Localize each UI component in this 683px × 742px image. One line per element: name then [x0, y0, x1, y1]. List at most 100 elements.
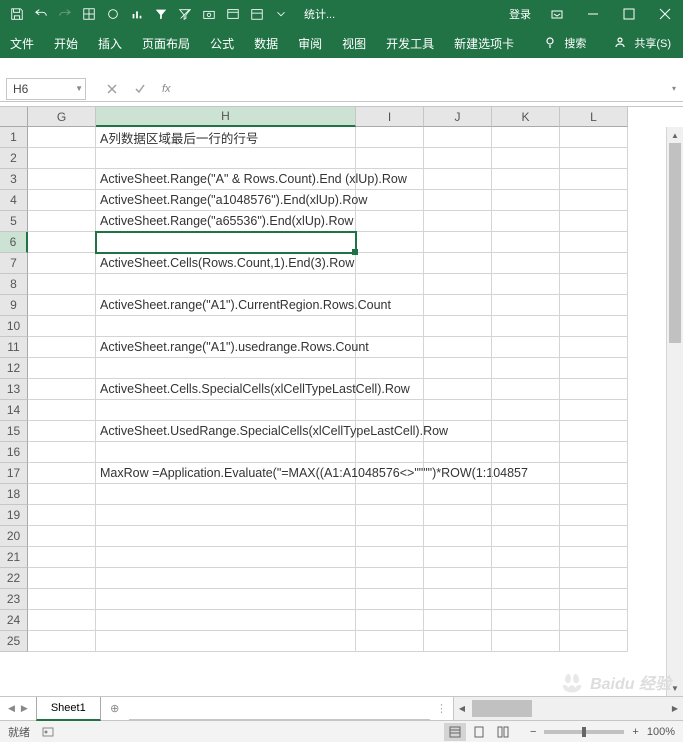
cell[interactable]: [560, 379, 628, 400]
cell[interactable]: [424, 316, 492, 337]
camera-icon[interactable]: [198, 3, 220, 25]
tab-insert[interactable]: 插入: [88, 28, 132, 58]
grid-icon[interactable]: [78, 3, 100, 25]
cell[interactable]: [356, 232, 424, 253]
cell[interactable]: [424, 526, 492, 547]
cell[interactable]: [560, 610, 628, 631]
cell[interactable]: [356, 169, 424, 190]
cell[interactable]: ActiveSheet.Range("A" & Rows.Count).End …: [96, 169, 356, 190]
cell[interactable]: [492, 169, 560, 190]
cell[interactable]: [492, 358, 560, 379]
maximize-button[interactable]: [611, 0, 647, 28]
vertical-scrollbar[interactable]: ▲ ▼: [666, 127, 683, 696]
scroll-up-button[interactable]: ▲: [667, 127, 683, 143]
cell[interactable]: [424, 295, 492, 316]
column-header[interactable]: G: [28, 107, 96, 127]
cell[interactable]: [356, 505, 424, 526]
cell[interactable]: [28, 589, 96, 610]
ribbon-options-button[interactable]: [539, 0, 575, 28]
cell[interactable]: [560, 190, 628, 211]
cell[interactable]: [492, 505, 560, 526]
row-header[interactable]: 18: [0, 484, 28, 505]
cell[interactable]: [28, 190, 96, 211]
calendar-icon[interactable]: [246, 3, 268, 25]
close-button[interactable]: [647, 0, 683, 28]
cell[interactable]: [560, 358, 628, 379]
cell[interactable]: [28, 253, 96, 274]
cell[interactable]: [28, 547, 96, 568]
row-header[interactable]: 16: [0, 442, 28, 463]
cell[interactable]: [492, 148, 560, 169]
cell[interactable]: [492, 295, 560, 316]
column-header[interactable]: H: [96, 107, 356, 127]
cell[interactable]: ActiveSheet.range("A1").usedrange.Rows.C…: [96, 337, 356, 358]
cell[interactable]: [28, 274, 96, 295]
confirm-formula-button[interactable]: [130, 79, 150, 99]
cell[interactable]: [424, 232, 492, 253]
cell[interactable]: [424, 127, 492, 148]
row-header[interactable]: 4: [0, 190, 28, 211]
cell[interactable]: [560, 274, 628, 295]
table-icon[interactable]: [222, 3, 244, 25]
sheet-nav-prev[interactable]: ◀: [8, 703, 15, 714]
cell[interactable]: [356, 568, 424, 589]
row-header[interactable]: 11: [0, 337, 28, 358]
zoom-in-button[interactable]: +: [628, 726, 642, 738]
cell[interactable]: [560, 148, 628, 169]
minimize-button[interactable]: [575, 0, 611, 28]
cell[interactable]: [424, 442, 492, 463]
tab-review[interactable]: 审阅: [288, 28, 332, 58]
cell[interactable]: [492, 274, 560, 295]
cell[interactable]: [96, 274, 356, 295]
cell[interactable]: [28, 379, 96, 400]
cell[interactable]: [356, 610, 424, 631]
column-header[interactable]: I: [356, 107, 424, 127]
cell[interactable]: [28, 211, 96, 232]
horizontal-scrollbar[interactable]: ◀ ▶: [453, 697, 683, 720]
cell[interactable]: [492, 484, 560, 505]
cell[interactable]: [356, 631, 424, 652]
cell[interactable]: [28, 421, 96, 442]
cell[interactable]: [96, 589, 356, 610]
cell[interactable]: [356, 589, 424, 610]
cell[interactable]: [28, 526, 96, 547]
cancel-formula-button[interactable]: [102, 79, 122, 99]
tab-file[interactable]: 文件: [0, 28, 44, 58]
scroll-down-button[interactable]: ▼: [667, 680, 683, 696]
cell[interactable]: [356, 442, 424, 463]
cell[interactable]: [28, 358, 96, 379]
cell[interactable]: [356, 253, 424, 274]
cell[interactable]: [28, 400, 96, 421]
cell[interactable]: [492, 526, 560, 547]
save-button[interactable]: [6, 3, 28, 25]
cell[interactable]: [96, 568, 356, 589]
zoom-level[interactable]: 100%: [647, 726, 675, 738]
row-header[interactable]: 23: [0, 589, 28, 610]
cell[interactable]: [356, 526, 424, 547]
cell[interactable]: [492, 232, 560, 253]
cell[interactable]: [96, 526, 356, 547]
cell[interactable]: [96, 400, 356, 421]
cell[interactable]: [560, 253, 628, 274]
row-header[interactable]: 6: [0, 232, 28, 253]
cell[interactable]: [96, 232, 356, 253]
cell[interactable]: [492, 631, 560, 652]
cell[interactable]: [424, 610, 492, 631]
tab-pagelayout[interactable]: 页面布局: [132, 28, 200, 58]
page-layout-view-button[interactable]: [468, 723, 490, 741]
cell[interactable]: [356, 127, 424, 148]
cell[interactable]: [424, 253, 492, 274]
cell[interactable]: [96, 505, 356, 526]
cell[interactable]: [424, 547, 492, 568]
filter-clear-icon[interactable]: [174, 3, 196, 25]
name-box[interactable]: H6 ▼: [6, 78, 86, 100]
scroll-left-button[interactable]: ◀: [454, 697, 470, 720]
row-header[interactable]: 22: [0, 568, 28, 589]
cell[interactable]: [560, 526, 628, 547]
cell[interactable]: [28, 442, 96, 463]
cell[interactable]: [492, 463, 560, 484]
cell[interactable]: [492, 211, 560, 232]
cell[interactable]: [560, 232, 628, 253]
page-break-view-button[interactable]: [492, 723, 514, 741]
cell[interactable]: [424, 274, 492, 295]
